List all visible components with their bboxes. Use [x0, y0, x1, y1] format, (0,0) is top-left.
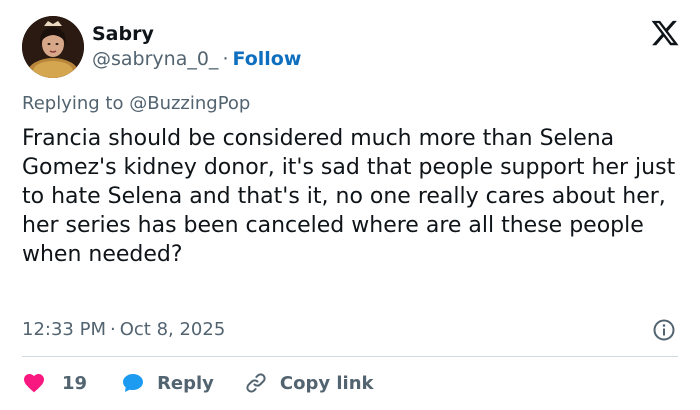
reply-label: Reply [157, 372, 214, 394]
action-bar: 19 Reply Copy link [22, 368, 374, 398]
tweet-card: Sabry @sabryna_0_ · Follow Replying to @Bu… [0, 0, 700, 410]
display-name[interactable]: Sabry [92, 22, 154, 46]
tweet-timestamp[interactable]: 12:33 PM · Oct 8, 2025 [22, 318, 225, 342]
like-button[interactable]: 19 [22, 371, 87, 395]
follow-button[interactable]: Follow [232, 48, 301, 70]
avatar[interactable] [22, 16, 84, 78]
x-logo-icon[interactable] [650, 18, 680, 48]
heart-icon [22, 371, 46, 395]
link-icon [244, 371, 268, 395]
handle-separator: · [222, 48, 229, 70]
tweet-text: Francia should be considered much more t… [22, 126, 676, 267]
replying-prefix: Replying to [22, 93, 124, 114]
divider [22, 356, 678, 357]
like-count: 19 [62, 372, 88, 394]
replying-to: Replying to @BuzzingPop [22, 92, 250, 116]
copy-link-button[interactable]: Copy link [244, 371, 374, 395]
copy-link-label: Copy link [279, 372, 374, 394]
date-separator: · [109, 319, 116, 340]
user-handle[interactable]: @sabryna_0_ [92, 48, 218, 70]
info-icon[interactable] [652, 318, 676, 342]
reply-mention-link[interactable]: @BuzzingPop [129, 93, 250, 114]
tweet-time: 12:33 PM [22, 319, 106, 340]
comment-bubble-icon [121, 371, 145, 395]
reply-button[interactable]: Reply [121, 371, 214, 395]
tweet-date: Oct 8, 2025 [119, 319, 226, 340]
handle-row: @sabryna_0_ · Follow [92, 47, 301, 71]
avatar-image [22, 16, 84, 78]
